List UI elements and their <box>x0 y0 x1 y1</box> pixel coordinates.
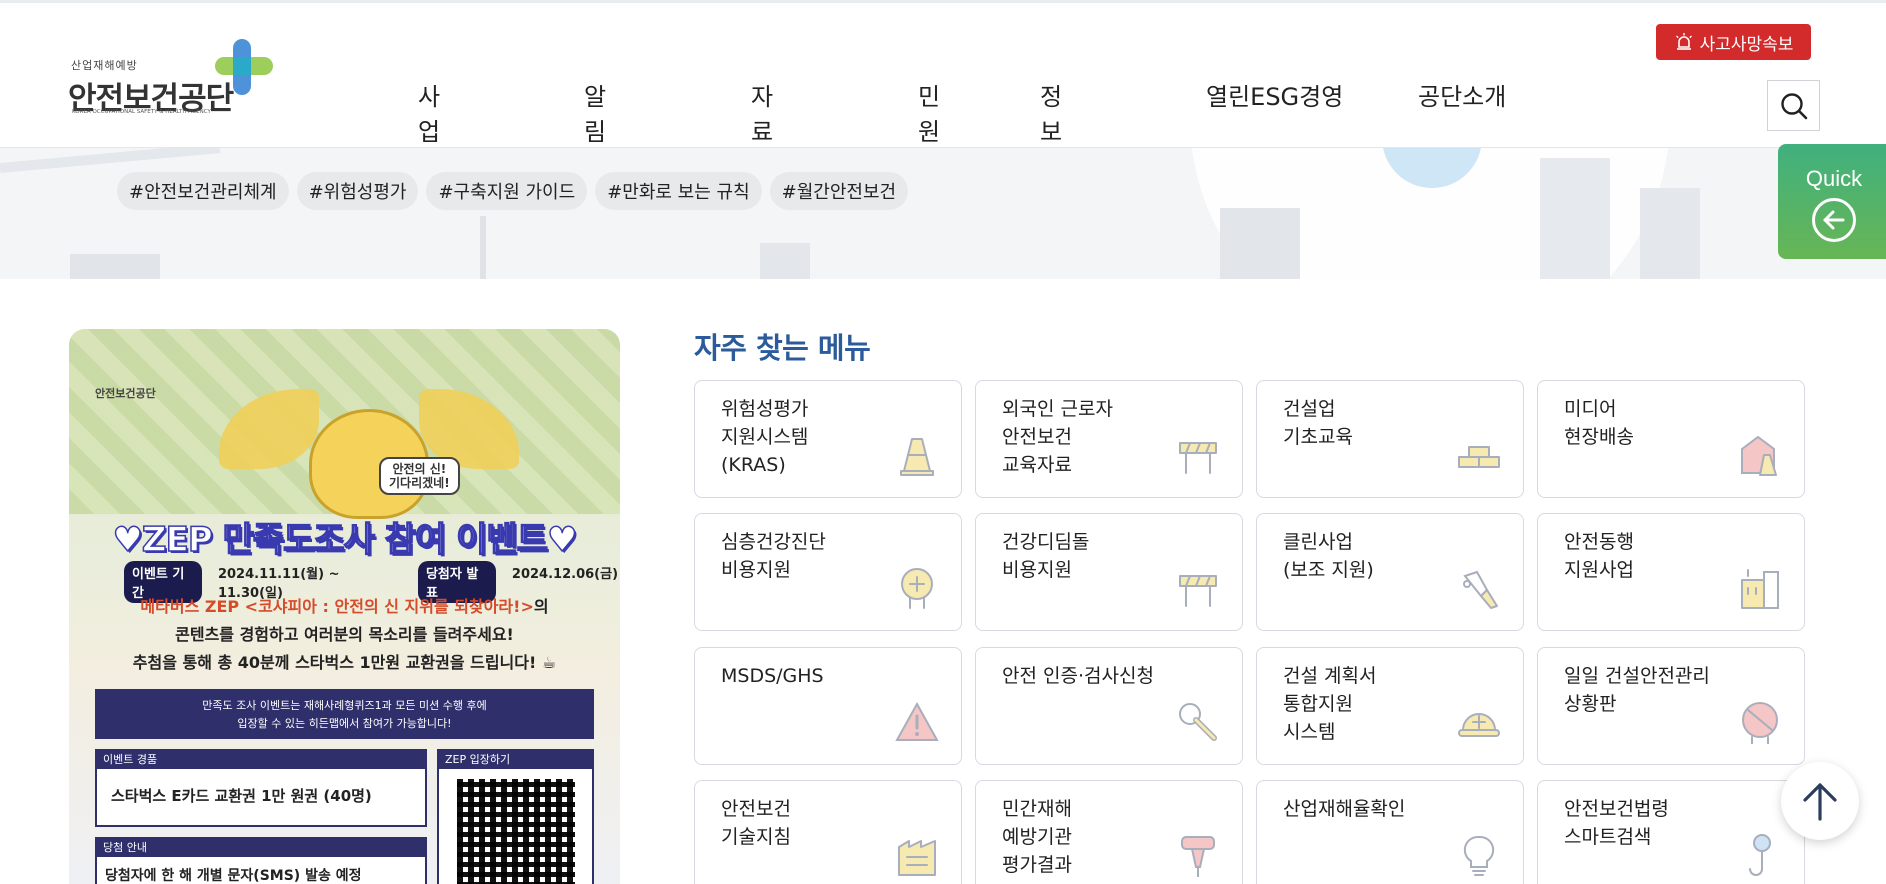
city-background-illustration <box>0 148 1700 279</box>
hashtag-item[interactable]: #월간안전보건 <box>769 172 909 210</box>
hashtag-banner: #안전보건관리체계 #위험성평가 #구축지원 가이드 #만화로 보는 규칙 #월… <box>0 148 1886 279</box>
qr-header: ZEP 입장하기 <box>439 751 592 769</box>
menu-card[interactable]: 외국인 근로자 안전보건 교육자료 <box>975 380 1243 498</box>
quick-label: Quick <box>1805 166 1863 191</box>
menu-card-label: 일일 건설안전관리 상황판 <box>1564 665 1710 715</box>
speech-bubble: 안전의 신! 기다리겠네! <box>379 457 460 495</box>
spray-icon <box>1463 570 1498 609</box>
hashtag-item[interactable]: #위험성평가 <box>296 172 419 210</box>
bricks-icon <box>1458 446 1500 468</box>
menu-card-label: 건강디딤돌 비용지원 <box>1002 531 1090 581</box>
wrench-icon <box>1179 703 1217 741</box>
menu-card-label: 민간재해 예방기관 평가결과 <box>1002 798 1072 876</box>
menu-card[interactable]: 민간재해 예방기관 평가결과 <box>975 780 1243 884</box>
barrier-icon <box>1179 442 1217 474</box>
menu-card-label: 심층건강진단 비용지원 <box>721 531 826 581</box>
search-icon <box>1780 92 1807 119</box>
menu-card[interactable]: 안전 인증·검사신청 <box>975 647 1243 765</box>
arrow-left-circle-icon <box>1812 198 1856 242</box>
menu-card[interactable]: 건설 계획서 통합지원 시스템 <box>1256 647 1524 765</box>
prize-box: 이벤트 경품 스타벅스 E카드 교환권 1만 원권 (40명) <box>95 749 427 827</box>
menu-card[interactable]: 일일 건설안전관리 상황판 <box>1537 647 1805 765</box>
logo-cross-icon <box>215 39 273 95</box>
siren-icon <box>1675 33 1692 50</box>
site-header: 산업재해예방 안전보건공단 KOREA OCCUPATIONAL SAFETY … <box>0 0 1886 216</box>
hook-icon <box>1749 834 1771 876</box>
building-icon <box>1741 569 1779 609</box>
zep-event-promo-banner[interactable]: 안전보건공단 안전의 신! 기다리겠네! ♥ZEP 만족도조사 참여 이벤트♥ … <box>69 329 620 884</box>
winner-box: 당첨 안내 당첨자에 한 해 개별 문자(SMS) 발송 예정 <box>95 837 427 884</box>
house-cone-icon <box>1741 435 1777 476</box>
barrier-icon <box>1179 575 1217 607</box>
drill-icon <box>1181 836 1215 877</box>
site-logo[interactable]: 산업재해예방 안전보건공단 KOREA OCCUPATIONAL SAFETY … <box>68 37 278 123</box>
menu-card[interactable]: 안전보건법령 스마트검색 <box>1537 780 1805 884</box>
hashtag-list: #안전보건관리체계 #위험성평가 #구축지원 가이드 #만화로 보는 규칙 #월… <box>117 172 909 210</box>
menu-card-label: 안전보건법령 스마트검색 <box>1564 798 1669 848</box>
qr-box: ZEP 입장하기 <box>437 749 594 884</box>
menu-card[interactable]: 클린사업 (보조 지원) <box>1256 513 1524 631</box>
menu-card-label: 위험성평가 지원시스템 (KRAS) <box>721 398 809 476</box>
promo-logo: 안전보건공단 <box>95 387 156 400</box>
desc-line3: 추첨을 통해 총 40분께 스타벅스 1만원 교환권을 드립니다! ☕ <box>132 653 557 672</box>
winner-text: 당첨자에 한 해 개별 문자(SMS) 발송 예정 <box>105 868 362 884</box>
prize-text: 스타벅스 E카드 교환권 1만 원권 (40명) <box>111 787 372 805</box>
menu-card[interactable]: 미디어 현장배송 <box>1537 380 1805 498</box>
scroll-to-top-button[interactable] <box>1781 762 1859 840</box>
desc-tail: 의 <box>533 597 549 616</box>
no-entry-icon <box>1742 702 1778 744</box>
menu-card[interactable]: 건강디딤돌 비용지원 <box>975 513 1243 631</box>
menu-card-label: 미디어 현장배송 <box>1564 398 1634 448</box>
desc-red: 메타버스 ZEP <코샤피아 : 안전의 신 지위를 되찾아라!> <box>140 597 534 616</box>
promo-description: 메타버스 ZEP <코샤피아 : 안전의 신 지위를 되찾아라!>의 콘텐츠를 … <box>69 593 620 677</box>
hashtag-item[interactable]: #만화로 보는 규칙 <box>595 172 762 210</box>
menu-card[interactable]: 건설업 기초교육 <box>1256 380 1524 498</box>
menu-card-label: 안전 인증·검사신청 <box>1002 665 1154 687</box>
factory-icon <box>898 840 936 876</box>
menu-card[interactable]: 심층건강진단 비용지원 <box>694 513 962 631</box>
menu-card-label: 안전동행 지원사업 <box>1564 531 1634 581</box>
qr-code <box>456 779 575 884</box>
frequent-menu-title: 자주 찾는 메뉴 <box>694 331 871 365</box>
promo-notice: 만족도 조사 이벤트는 재해사례형퀴즈1과 모든 미션 수행 후에 입장할 수 … <box>95 689 594 739</box>
menu-card-label: 클린사업 (보조 지원) <box>1283 531 1374 581</box>
arrow-up-icon <box>1803 783 1837 821</box>
nav-civil[interactable]: 민원 <box>918 77 940 147</box>
menu-card-label: 건설업 기초교육 <box>1283 398 1353 448</box>
fatal-accident-alert-button[interactable]: 사고사망속보 <box>1656 24 1811 60</box>
menu-card-label: 안전보건 기술지침 <box>721 798 791 848</box>
hashtag-item[interactable]: #안전보건관리체계 <box>117 172 289 210</box>
prize-header: 이벤트 경품 <box>97 751 425 769</box>
menu-card[interactable]: MSDS/GHS <box>694 647 962 765</box>
nav-about[interactable]: 공단소개 <box>1418 77 1506 112</box>
menu-card[interactable]: 안전보건 기술지침 <box>694 780 962 884</box>
menu-card-label: 건설 계획서 통합지원 시스템 <box>1283 665 1377 743</box>
nav-esg[interactable]: 열린ESG경영 <box>1206 77 1343 112</box>
lightbulb-icon <box>1463 835 1495 876</box>
medal-icon <box>901 568 933 609</box>
menu-card-label: 산업재해율확인 <box>1283 798 1406 820</box>
hardhat-icon <box>1458 713 1500 737</box>
quick-menu-button[interactable]: Quick <box>1778 144 1886 259</box>
logo-small-text: 산업재해예방 <box>71 59 138 72</box>
traffic-cone-icon <box>900 438 934 476</box>
warning-icon <box>895 701 939 741</box>
menu-card[interactable]: 위험성평가 지원시스템 (KRAS) <box>694 380 962 498</box>
hashtag-item[interactable]: #구축지원 가이드 <box>426 172 588 210</box>
logo-english: KOREA OCCUPATIONAL SAFETY & HEALTH AGENC… <box>72 109 211 115</box>
desc-line2: 콘텐츠를 경험하고 여러분의 목소리를 들려주세요! <box>175 625 514 644</box>
menu-card-label: 외국인 근로자 안전보건 교육자료 <box>1002 398 1113 476</box>
promo-title: ♥ZEP 만족도조사 참여 이벤트♥ <box>112 519 579 561</box>
search-button[interactable] <box>1767 80 1820 131</box>
menu-card[interactable]: 안전동행 지원사업 <box>1537 513 1805 631</box>
alert-button-label: 사고사망속보 <box>1699 34 1794 55</box>
menu-card-label: MSDS/GHS <box>721 665 824 687</box>
winner-header: 당첨 안내 <box>97 839 425 857</box>
menu-card[interactable]: 산업재해율확인 <box>1256 780 1524 884</box>
